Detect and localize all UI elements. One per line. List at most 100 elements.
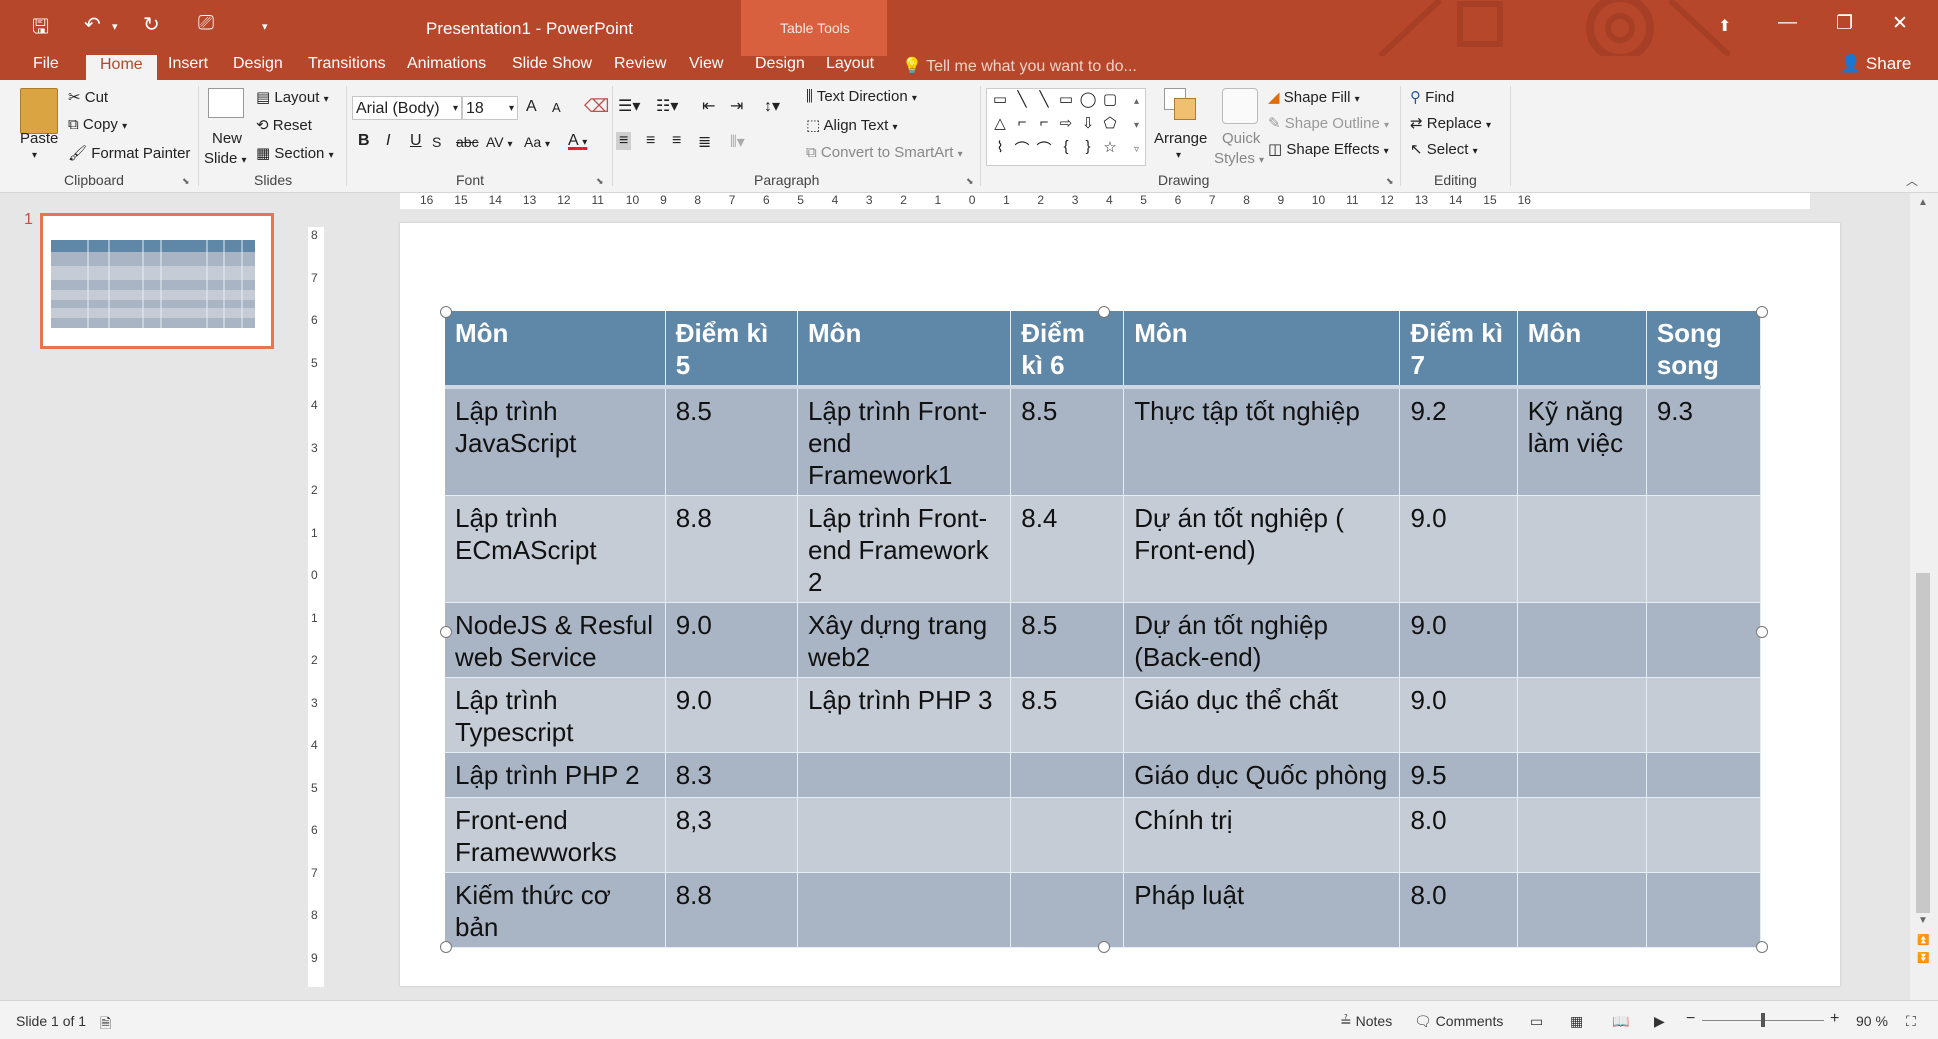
table-cell[interactable]: 8.8 [665,872,798,948]
close-icon[interactable]: ✕ [1892,12,1908,35]
zoom-slider-thumb[interactable] [1761,1013,1765,1027]
quick-styles-label-2[interactable]: Styles ▾ [1214,150,1264,167]
table-cell[interactable]: Kiếm thức cơ bản [445,872,666,948]
table-cell[interactable]: 8.0 [1399,872,1518,948]
table-header-cell[interactable]: Môn [1123,311,1401,389]
shapes-gallery[interactable]: ▭ ╲ ╲ ▭ ◯ ▢ △ ⌐ ⌐ ⇨ ⇩ ⬠ ⌇ ⌒ ⌒ { } ☆ [986,88,1146,166]
find-button[interactable]: ⚲ Find [1410,88,1454,106]
table-cell[interactable] [1517,872,1647,948]
tab-animations[interactable]: Animations [407,56,486,80]
quick-styles-label[interactable]: Quick [1222,130,1260,147]
table-header-cell[interactable]: Điểm kì 6 [1010,311,1125,389]
paragraph-launcher-icon[interactable]: ⬊ [966,176,974,187]
table-header-cell[interactable]: Môn [445,311,666,389]
table-cell[interactable]: Front-end Framewworks [445,797,666,873]
layout-button[interactable]: ▤ Layout ▾ [256,88,329,106]
tab-table-design[interactable]: Design [755,56,805,80]
quick-styles-icon[interactable] [1222,88,1258,124]
table-cell[interactable]: Pháp luật [1123,872,1401,948]
table-cell[interactable]: Lập trình Front-end Framework1 [797,387,1012,496]
notes-button[interactable]: ≟ Notes [1340,1013,1392,1030]
font-size-combo[interactable]: 18 ▾ [462,96,518,120]
table-cell[interactable] [1517,752,1647,798]
arrange-label[interactable]: Arrange [1154,130,1207,147]
character-spacing-button[interactable]: AV ▾ [486,134,513,150]
table-cell[interactable]: Kỹ năng làm việc [1517,387,1647,496]
table-cell[interactable]: 9.0 [1399,495,1518,603]
shape-pentagon-icon[interactable]: ⬠ [1099,114,1121,138]
shape-triangle-icon[interactable]: △ [989,114,1011,138]
underline-button[interactable]: U [410,132,422,150]
shape-elbow-icon[interactable]: ⌐ [1011,114,1033,138]
shape-elbow-arrow-icon[interactable]: ⌐ [1033,114,1055,138]
table-cell[interactable] [1646,677,1762,753]
comments-button[interactable]: 🗨 Comments [1414,1013,1503,1030]
new-slide-label[interactable]: New [212,130,242,147]
shape-right-brace-icon[interactable]: } [1077,138,1099,162]
table-cell[interactable] [1646,602,1762,678]
copy-button[interactable]: ⧉ Copy ▾ [68,116,127,133]
vertical-scrollbar[interactable]: ▲ ▼ ⏫ ⏬ [1910,193,1938,1000]
shape-fill-button[interactable]: ◢ Shape Fill ▾ [1268,88,1360,106]
table-cell[interactable]: Dự án tốt nghiệp (Back-end) [1123,602,1401,678]
clipboard-launcher-icon[interactable]: ⬊ [182,176,190,187]
grades-table[interactable]: Môn Điểm kì 5 Môn Điểm kì 6 Môn Điểm kì 7 Môn S… [445,311,1762,948]
table-cell[interactable]: Lập trình JavaScript [445,387,666,496]
font-name-combo[interactable]: Arial (Body) ▾ [352,96,462,120]
shape-effects-button[interactable]: ◫ Shape Effects ▾ [1268,140,1389,158]
table-cell[interactable]: 9.3 [1646,387,1762,496]
tab-view[interactable]: View [689,56,723,80]
scroll-up-icon[interactable]: ▲ [1918,197,1928,208]
table-cell[interactable]: Giáo dục thể chất [1123,677,1401,753]
shape-line-icon[interactable]: ╲ [1011,90,1033,114]
zoom-out-icon[interactable]: − [1686,1010,1695,1028]
ribbon-display-options-icon[interactable]: ⬆ [1718,16,1731,36]
table-header-cell[interactable]: Điểm kì 7 [1399,311,1518,389]
previous-slide-icon[interactable]: ⏫ [1917,935,1929,946]
table-cell[interactable] [1010,752,1125,798]
redo-icon[interactable]: ↻ [143,12,160,37]
reset-button[interactable]: ⟲ Reset [256,116,312,134]
table-cell[interactable]: Lập trình PHP 3 [797,677,1012,753]
table-cell[interactable]: Thực tập tốt nghiệp [1123,387,1401,496]
font-launcher-icon[interactable]: ⬊ [596,176,604,187]
table-cell[interactable]: Xây dựng trang web2 [797,602,1012,678]
table-cell[interactable]: Giáo dục Quốc phòng [1123,752,1401,798]
table-cell[interactable]: 8.5 [1010,602,1125,678]
table-cell[interactable] [1646,797,1762,873]
bold-button[interactable]: B [358,132,370,150]
table-cell[interactable]: 8.0 [1399,797,1518,873]
table-cell[interactable]: 8,3 [665,797,798,873]
table-cell[interactable] [797,872,1012,948]
shape-left-brace-icon[interactable]: { [1055,138,1077,162]
table-cell[interactable] [1517,495,1647,603]
slide-thumbnail[interactable] [40,213,274,349]
convert-smartart-button[interactable]: ⧉ Convert to SmartArt ▾ [806,144,963,161]
table-header-cell[interactable]: Môn [797,311,1012,389]
align-left-icon[interactable]: ≡ [616,132,632,150]
clear-formatting-icon[interactable]: ⌫ [584,96,609,117]
table-cell[interactable] [797,752,1012,798]
zoom-slider[interactable] [1702,1013,1824,1027]
shape-arrow-line-icon[interactable]: ╲ [1033,90,1055,114]
shape-outline-button[interactable]: ✎ Shape Outline ▾ [1268,114,1389,132]
italic-button[interactable]: I [386,132,390,150]
table-cell[interactable]: 8.5 [665,387,798,496]
shape-star-icon[interactable]: ☆ [1099,138,1121,162]
paste-button[interactable]: Paste [20,130,58,147]
table-cell[interactable]: 9.5 [1399,752,1518,798]
table-cell[interactable]: Chính trị [1123,797,1401,873]
select-button[interactable]: ↖ Select ▾ [1410,140,1478,158]
collapse-ribbon-icon[interactable]: ︿ [1906,172,1918,189]
text-direction-button[interactable]: ⫼ Text Direction ▾ [806,88,917,105]
table-cell[interactable]: Dự án tốt nghiệp ( Front-end) [1123,495,1401,603]
next-slide-icon[interactable]: ⏬ [1917,953,1929,964]
bullets-icon[interactable]: ☰▾ [618,96,640,116]
numbering-icon[interactable]: ☷▾ [656,96,678,116]
shape-oval-icon[interactable]: ◯ [1077,90,1099,114]
table-cell[interactable] [1646,495,1762,603]
table-cell[interactable]: Lập trình Front-end Framework 2 [797,495,1012,603]
table-cell[interactable] [1010,797,1125,873]
table-cell[interactable]: 9.0 [665,677,798,753]
table-header-cell[interactable]: Môn [1517,311,1647,389]
